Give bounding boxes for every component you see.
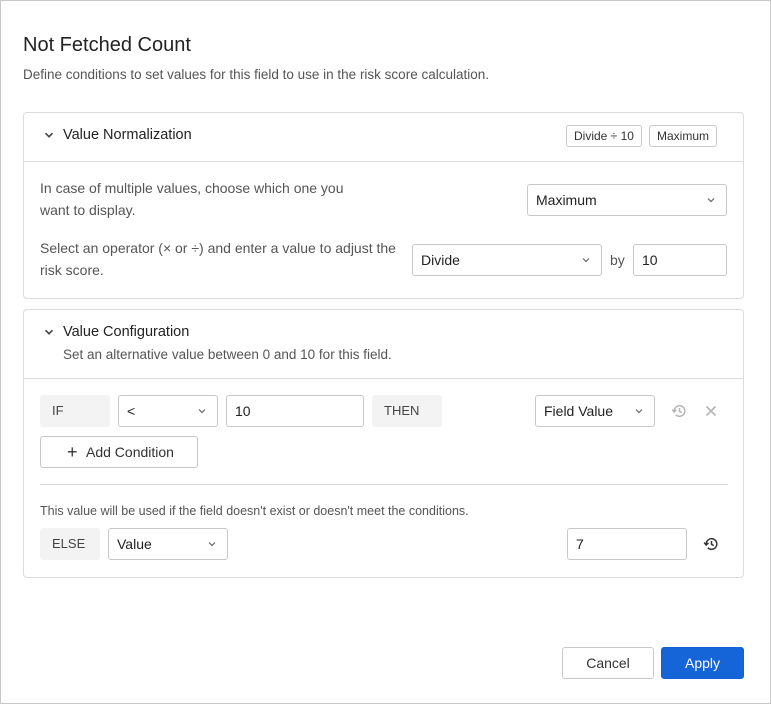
value-normalization-title: Value Normalization	[63, 127, 192, 143]
else-value-input[interactable]: 7	[567, 528, 687, 560]
if-label: IF	[40, 395, 110, 427]
add-condition-button[interactable]: + Add Condition	[40, 436, 198, 468]
caret-down-icon	[581, 256, 591, 264]
value-normalization-panel: Value Normalization Divide ÷ 10 Maximum …	[23, 112, 744, 299]
comparator-select[interactable]: <	[118, 395, 218, 427]
operator-value-input[interactable]: 10	[633, 244, 727, 276]
else-type-select[interactable]: Value	[108, 528, 228, 560]
dialog-subtitle: Define conditions to set values for this…	[23, 67, 489, 82]
dialog: Not Fetched Count Define conditions to s…	[0, 0, 771, 704]
value-configuration-header[interactable]: Value Configuration Set an alternative v…	[24, 310, 743, 379]
history-icon[interactable]	[702, 535, 720, 553]
multiple-values-label: In case of multiple values, choose which…	[40, 180, 344, 218]
value-normalization-header[interactable]: Value Normalization Divide ÷ 10 Maximum	[24, 113, 743, 162]
history-icon[interactable]	[670, 402, 688, 420]
normalization-aggregate-tag: Maximum	[649, 125, 718, 147]
close-icon[interactable]	[702, 402, 720, 420]
caret-down-icon	[197, 407, 207, 415]
result-select[interactable]: Field Value	[535, 395, 655, 427]
else-note: This value will be used if the field doe…	[40, 504, 469, 518]
value-configuration-panel: Value Configuration Set an alternative v…	[23, 309, 744, 578]
apply-button[interactable]: Apply	[661, 647, 744, 679]
condition-row: IF < 10 THEN Field Value	[24, 395, 745, 427]
cancel-button[interactable]: Cancel	[562, 647, 654, 679]
caret-down-icon	[706, 196, 716, 204]
chevron-down-icon[interactable]	[43, 326, 55, 338]
value-configuration-description: Set an alternative value between 0 and 1…	[63, 347, 392, 362]
else-row: ELSE Value 7	[24, 528, 745, 560]
caret-down-icon	[634, 407, 644, 415]
by-label: by	[610, 252, 625, 268]
operator-select[interactable]: Divide	[412, 244, 602, 276]
else-label: ELSE	[40, 528, 100, 560]
then-label: THEN	[372, 395, 442, 427]
condition-value-input[interactable]: 10	[226, 395, 364, 427]
chevron-down-icon[interactable]	[43, 129, 55, 141]
value-configuration-title: Value Configuration	[63, 324, 190, 340]
plus-icon: +	[67, 442, 78, 462]
divider	[40, 484, 728, 485]
caret-down-icon	[207, 540, 217, 548]
operator-label: Select an operator (× or ÷) and enter a …	[40, 240, 396, 278]
dialog-title: Not Fetched Count	[23, 34, 191, 56]
multiple-values-select[interactable]: Maximum	[527, 184, 727, 216]
normalization-operator-tag: Divide ÷ 10	[566, 125, 642, 147]
